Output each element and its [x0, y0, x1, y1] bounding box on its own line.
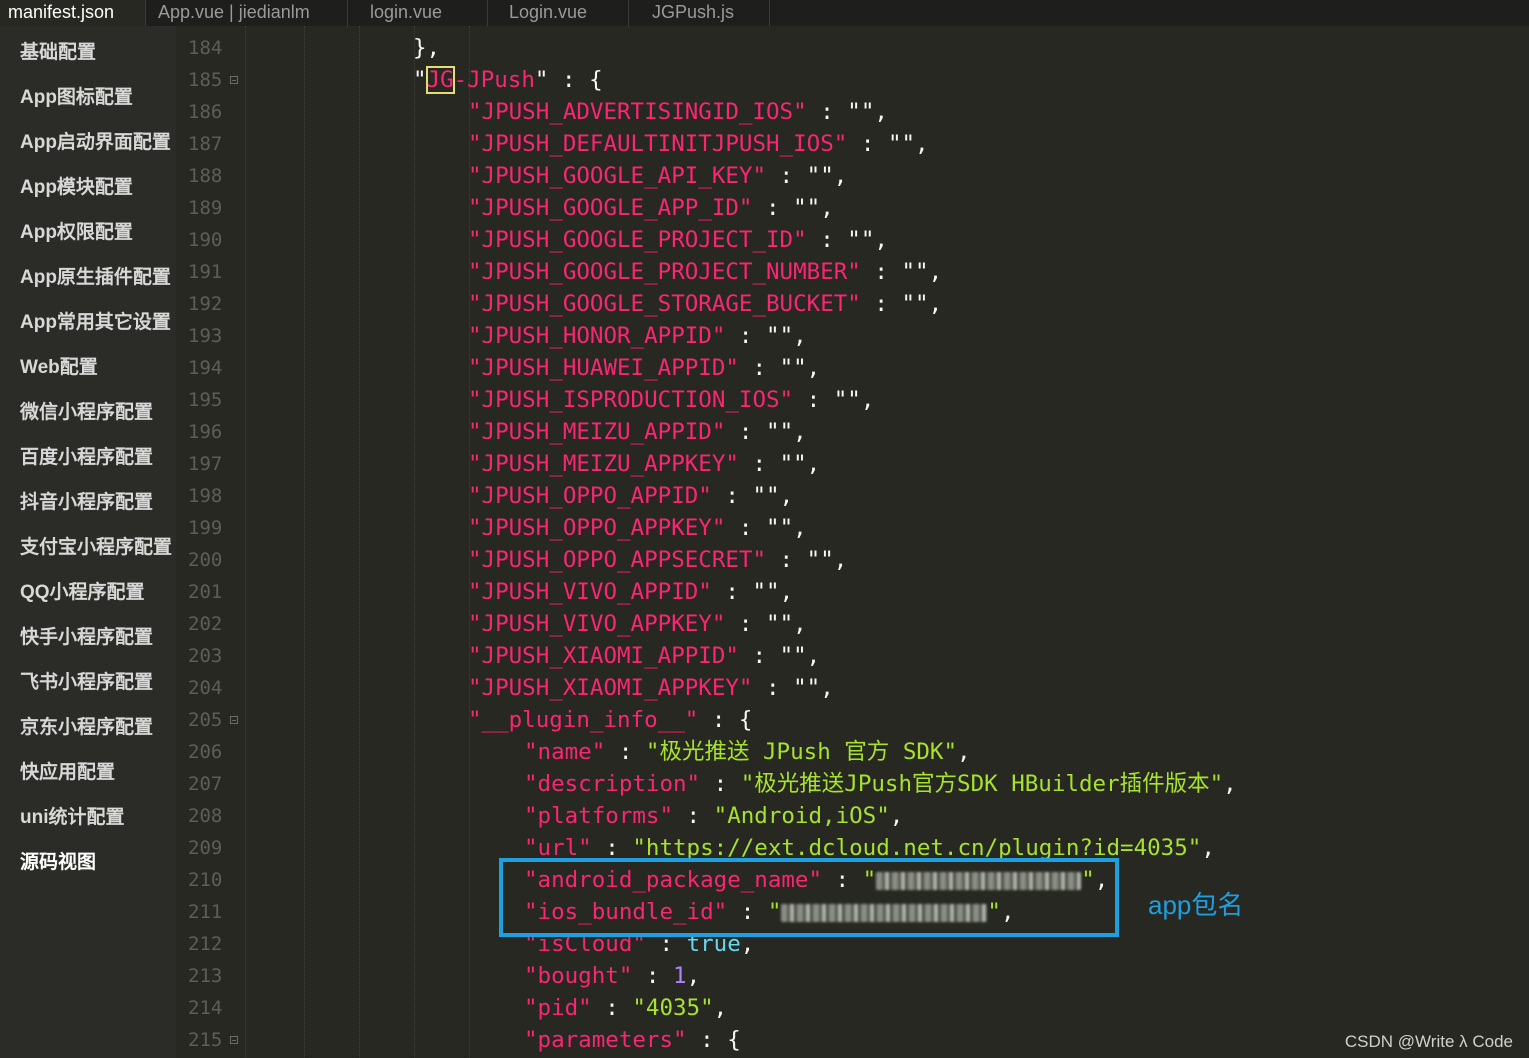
line-number: 204 — [188, 677, 223, 699]
config-sidebar: 基础配置 App图标配置 App启动界面配置 App模块配置 App权限配置 App原生插… — [0, 26, 176, 1058]
code-line[interactable]: "JPUSH_XIAOMI_APPKEY" : "", — [468, 672, 834, 704]
line-number: 187 — [188, 133, 223, 155]
line-number: 184 — [188, 37, 223, 59]
code-line[interactable]: }, — [413, 32, 440, 64]
code-line[interactable]: "JPUSH_ADVERTISINGID_IOS" : "", — [468, 96, 888, 128]
code-line[interactable]: "parameters" : { — [524, 1024, 741, 1056]
code-line[interactable]: "JPUSH_VIVO_APPKEY" : "", — [468, 608, 807, 640]
sidebar-item[interactable]: 京东小程序配置 — [20, 712, 153, 744]
code-line[interactable]: "JPUSH_MEIZU_APPID" : "", — [468, 416, 807, 448]
sidebar-item[interactable]: App图标配置 — [20, 82, 133, 114]
line-number: 196 — [188, 421, 223, 443]
line-number: 189 — [188, 197, 223, 219]
watermark: CSDN @Write λ Code — [1344, 1032, 1513, 1051]
line-number: 186 — [188, 101, 223, 123]
line-number: 208 — [188, 805, 223, 827]
line-number: 201 — [188, 581, 223, 603]
code-line[interactable]: "__plugin_info__" : { — [468, 704, 752, 736]
line-number: 199 — [188, 517, 223, 539]
code-line[interactable]: "JPUSH_HONOR_APPID" : "", — [468, 320, 807, 352]
line-number: 197 — [188, 453, 223, 475]
tab-login-vue-2[interactable]: Login.vue — [488, 0, 629, 26]
code-line[interactable]: "JPUSH_OPPO_APPID" : "", — [468, 480, 793, 512]
fold-toggle-icon[interactable] — [230, 1036, 238, 1044]
line-number: 198 — [188, 485, 223, 507]
indent-guide — [304, 26, 305, 1058]
tab-manifest-json[interactable]: manifest.json — [0, 0, 146, 26]
sidebar-item[interactable]: QQ小程序配置 — [20, 577, 145, 609]
tab-login-vue-1[interactable]: login.vue — [348, 0, 488, 26]
line-number: 194 — [188, 357, 223, 379]
sidebar-item[interactable]: 源码视图 — [20, 847, 96, 879]
line-number: 209 — [188, 837, 223, 859]
code-line[interactable]: "JPUSH_GOOGLE_API_KEY" : "", — [468, 160, 847, 192]
line-number: 195 — [188, 389, 223, 411]
line-number: 214 — [188, 997, 223, 1019]
code-line[interactable]: "JPUSH_GOOGLE_PROJECT_NUMBER" : "", — [468, 256, 942, 288]
line-number-gutter: 184 185 186 187 188 189 190 191 192 193 194 195 196 1… — [176, 26, 246, 1058]
line-number: 205 — [188, 709, 223, 731]
line-number: 191 — [188, 261, 223, 283]
sidebar-item[interactable]: 抖音小程序配置 — [20, 487, 153, 519]
sidebar-item[interactable]: 快手小程序配置 — [20, 622, 153, 654]
code-line[interactable]: "JG-JPush" : { — [413, 64, 603, 96]
code-line[interactable]: "JPUSH_GOOGLE_STORAGE_BUCKET" : "", — [468, 288, 942, 320]
annotation-label: app包名 — [1148, 890, 1244, 920]
sidebar-item[interactable]: 微信小程序配置 — [20, 397, 153, 429]
tab-bar: manifest.json App.vue | jiedianlm login.… — [0, 0, 1529, 26]
line-number: 211 — [188, 901, 223, 923]
line-number: 215 — [188, 1029, 223, 1051]
code-line[interactable]: "platforms" : "Android,iOS", — [524, 800, 903, 832]
fold-toggle-icon[interactable] — [230, 76, 238, 84]
fold-toggle-icon[interactable] — [230, 716, 238, 724]
code-line[interactable]: "pid" : "4035", — [524, 992, 727, 1024]
code-line[interactable]: "JPUSH_XIAOMI_APPID" : "", — [468, 640, 820, 672]
line-number: 212 — [188, 933, 223, 955]
sidebar-item[interactable]: uni统计配置 — [20, 802, 125, 834]
line-number: 213 — [188, 965, 223, 987]
sidebar-item[interactable]: Web配置 — [20, 352, 98, 384]
tab-jgpush-js[interactable]: JGPush.js — [629, 0, 770, 26]
indent-guide — [414, 26, 415, 1058]
sidebar-item[interactable]: App原生插件配置 — [20, 262, 171, 294]
line-number: 207 — [188, 773, 223, 795]
code-line[interactable]: "JPUSH_OPPO_APPKEY" : "", — [468, 512, 807, 544]
line-number: 185 — [188, 69, 223, 91]
sidebar-item[interactable]: 飞书小程序配置 — [20, 667, 153, 699]
code-line[interactable]: "JPUSH_ISPRODUCTION_IOS" : "", — [468, 384, 874, 416]
line-number: 200 — [188, 549, 223, 571]
line-number: 193 — [188, 325, 223, 347]
sidebar-item[interactable]: App模块配置 — [20, 172, 133, 204]
code-line[interactable]: "bought" : 1, — [524, 960, 700, 992]
code-line[interactable]: "JPUSH_DEFAULTINITJPUSH_IOS" : "", — [468, 128, 929, 160]
code-line[interactable]: "JPUSH_GOOGLE_PROJECT_ID" : "", — [468, 224, 888, 256]
sidebar-item[interactable]: App权限配置 — [20, 217, 133, 249]
line-number: 203 — [188, 645, 223, 667]
code-line[interactable]: "JPUSH_MEIZU_APPKEY" : "", — [468, 448, 820, 480]
code-line[interactable]: "JPUSH_GOOGLE_APP_ID" : "", — [468, 192, 834, 224]
sidebar-item[interactable]: App常用其它设置 — [20, 307, 171, 339]
code-line[interactable]: "name" : "极光推送 JPush 官方 SDK", — [524, 736, 971, 768]
tab-app-vue[interactable]: App.vue | jiedianlm — [146, 0, 348, 26]
code-line[interactable]: "JPUSH_VIVO_APPID" : "", — [468, 576, 793, 608]
sidebar-item[interactable]: 基础配置 — [20, 37, 96, 69]
line-number: 202 — [188, 613, 223, 635]
annotation-highlight-box — [499, 858, 1119, 937]
sidebar-item[interactable]: 快应用配置 — [20, 757, 115, 789]
sidebar-item[interactable]: 百度小程序配置 — [20, 442, 153, 474]
line-number: 210 — [188, 869, 223, 891]
code-line[interactable]: "JPUSH_OPPO_APPSECRET" : "", — [468, 544, 847, 576]
line-number: 190 — [188, 229, 223, 251]
sidebar-item[interactable]: 支付宝小程序配置 — [20, 532, 172, 564]
code-line[interactable]: "description" : "极光推送JPush官方SDK HBuilder… — [524, 768, 1237, 800]
line-number: 206 — [188, 741, 223, 763]
sidebar-item[interactable]: App启动界面配置 — [20, 127, 171, 159]
line-number: 188 — [188, 165, 223, 187]
code-line[interactable]: "JPUSH_HUAWEI_APPID" : "", — [468, 352, 820, 384]
indent-guide — [359, 26, 360, 1058]
line-number: 192 — [188, 293, 223, 315]
